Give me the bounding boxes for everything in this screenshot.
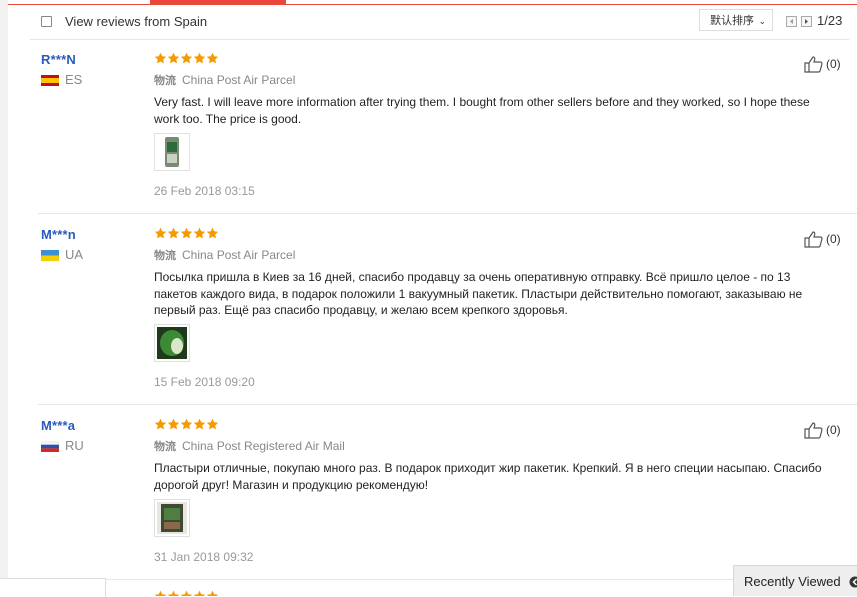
review-photo-thumbnail[interactable] <box>154 324 190 362</box>
star-icon <box>193 418 206 431</box>
star-rating <box>154 418 219 432</box>
star-icon <box>154 227 167 240</box>
shipping-value: China Post Air Parcel <box>182 73 295 87</box>
review-photo-thumbnail[interactable] <box>154 133 190 171</box>
view-spain-label[interactable]: View reviews from Spain <box>65 14 207 29</box>
review-date: 31 Jan 2018 09:32 <box>154 550 253 564</box>
star-icon <box>167 227 180 240</box>
review-photo-thumbnail[interactable] <box>154 499 190 537</box>
helpful-count: (0) <box>826 57 841 71</box>
review-text: Very fast. I will leave more information… <box>154 94 824 127</box>
reviewer-name[interactable]: R***N <box>41 52 76 67</box>
star-icon <box>167 590 180 596</box>
review-filter-bar: View reviews from Spain 默认排序 ⌄ 1/23 <box>8 6 857 39</box>
recently-viewed-label: Recently Viewed <box>744 574 841 589</box>
view-spain-checkbox[interactable] <box>41 16 52 27</box>
divider <box>30 39 849 40</box>
helpful-button[interactable]: (0) <box>804 230 841 248</box>
star-icon <box>193 52 206 65</box>
review-text: Пластыри отличные, покупаю много раз. В … <box>154 460 824 493</box>
star-rating <box>154 52 219 66</box>
next-page-button[interactable] <box>801 16 812 27</box>
thumbs-up-icon <box>804 55 824 73</box>
expand-icon <box>849 576 857 588</box>
review-date: 15 Feb 2018 09:20 <box>154 375 255 389</box>
helpful-button[interactable]: (0) <box>804 421 841 439</box>
star-icon <box>167 52 180 65</box>
star-icon <box>180 418 193 431</box>
star-icon <box>193 227 206 240</box>
shipping-label: 物流 <box>154 441 176 453</box>
shipping-method: 物流 China Post Registered Air Mail <box>154 438 345 454</box>
shipping-label: 物流 <box>154 75 176 87</box>
shipping-value: China Post Registered Air Mail <box>182 439 345 453</box>
reviewer-name[interactable]: M***n <box>41 227 76 242</box>
sort-dropdown[interactable]: 默认排序 ⌄ <box>699 9 773 31</box>
chevron-down-icon: ⌄ <box>758 10 766 32</box>
bottom-left-panel <box>0 578 106 597</box>
helpful-count: (0) <box>826 232 841 246</box>
russia-flag-icon <box>41 441 59 452</box>
star-icon <box>206 227 219 240</box>
divider <box>38 404 857 405</box>
shipping-method: 物流 China Post Air Parcel <box>154 72 295 88</box>
shipping-method: 物流 China Post Air Parcel <box>154 247 295 263</box>
prev-page-button[interactable] <box>786 16 797 27</box>
divider <box>38 213 857 214</box>
star-icon <box>154 52 167 65</box>
helpful-count: (0) <box>826 423 841 437</box>
spain-flag-icon <box>41 75 59 86</box>
review-text: Посылка пришла в Киев за 16 дней, спасиб… <box>154 269 824 319</box>
star-rating <box>154 227 219 241</box>
reviewer-country: UA <box>65 247 83 262</box>
star-icon <box>206 52 219 65</box>
active-tab-indicator <box>150 0 286 5</box>
thumbs-up-icon <box>804 230 824 248</box>
ukraine-flag-icon <box>41 250 59 261</box>
helpful-button[interactable]: (0) <box>804 55 841 73</box>
sort-dropdown-label: 默认排序 <box>710 15 754 27</box>
reviewer-country: RU <box>65 438 84 453</box>
star-rating <box>154 590 219 596</box>
star-icon <box>180 52 193 65</box>
reviewer-name[interactable]: M***a <box>41 418 75 433</box>
star-icon <box>154 590 167 596</box>
star-icon <box>206 590 219 596</box>
recently-viewed-tab[interactable]: Recently Viewed <box>733 565 857 596</box>
star-icon <box>167 418 180 431</box>
review-date: 26 Feb 2018 03:15 <box>154 184 255 198</box>
thumbs-up-icon <box>804 421 824 439</box>
shipping-label: 物流 <box>154 250 176 262</box>
page-count: 1/23 <box>817 13 842 28</box>
left-gutter <box>0 0 8 596</box>
reviewer-country: ES <box>65 72 82 87</box>
star-icon <box>180 227 193 240</box>
shipping-value: China Post Air Parcel <box>182 248 295 262</box>
star-icon <box>180 590 193 596</box>
star-icon <box>193 590 206 596</box>
star-icon <box>206 418 219 431</box>
tab-underline <box>8 4 857 5</box>
star-icon <box>154 418 167 431</box>
